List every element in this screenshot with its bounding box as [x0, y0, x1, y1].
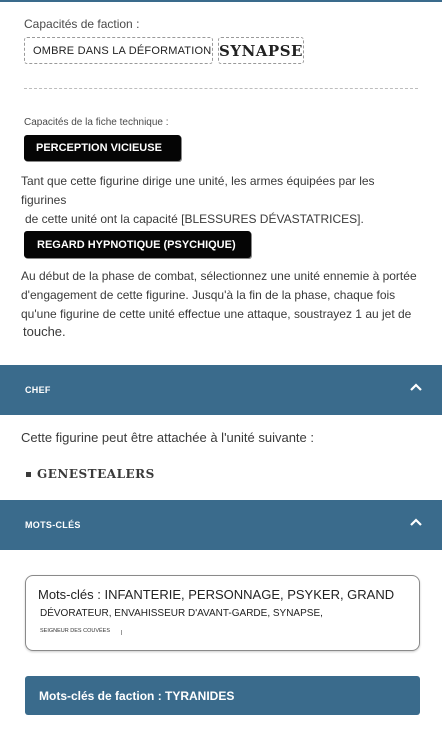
ability-perception-vicieuse[interactable]: PERCEPTION VICIEUSE [24, 135, 181, 161]
separator [24, 88, 418, 89]
ability-regard-hypnotique-description: Au début de la phase de combat, sélectio… [21, 267, 421, 339]
keywords-line: SEIGNEUR DES COUVÉES [40, 628, 110, 634]
faction-abilities-label: Capacités de faction : [24, 17, 140, 31]
keywords-box: Mots-clés : INFANTERIE, PERSONNAGE, PSYK… [25, 575, 420, 651]
ability-regard-hypnotique[interactable]: REGARD HYPNOTIQUE (PSYCHIQUE) [24, 231, 251, 258]
chevron-up-icon[interactable] [410, 517, 422, 527]
keywords-section-header[interactable]: MOTS-CLÉS [0, 500, 442, 550]
chevron-up-icon[interactable] [410, 382, 422, 392]
leader-unit-name: GENESTEALERS [37, 467, 155, 481]
leader-section-header[interactable]: CHEF [0, 365, 442, 415]
top-accent-rule [0, 0, 442, 2]
square-bullet-icon [26, 471, 31, 477]
keywords-section-title: MOTS-CLÉS [25, 520, 81, 530]
leader-unit-item[interactable]: GENESTEALERS [26, 467, 155, 481]
datasheet-abilities-label: Capacités de la fiche technique : [24, 117, 169, 128]
description-line: d'engagement de cette figurine. Jusqu'à … [21, 288, 396, 302]
ability-ombre-dans-la-deformation[interactable]: OMBRE DANS LA DÉFORMATION [24, 37, 213, 64]
description-line: de cette unité ont la capacité [BLESSURE… [25, 212, 364, 226]
keywords-line: DÉVORATEUR, ENVAHISSEUR D'AVANT-GARDE, S… [40, 608, 323, 619]
description-line: Au début de la phase de combat, sélectio… [21, 269, 417, 283]
leader-section-title: CHEF [25, 385, 51, 395]
keywords-line: Mots-clés : INFANTERIE, PERSONNAGE, PSYK… [38, 587, 395, 602]
description-line: qu'une figurine de cette unité effectue … [21, 307, 412, 321]
ability-perception-vicieuse-description: Tant que cette figurine dirige une unité… [21, 172, 421, 229]
text-caret [121, 630, 122, 635]
ability-synapse[interactable]: SYNAPSE [218, 37, 304, 64]
description-line: Tant que cette figurine dirige une unité… [21, 174, 375, 207]
leader-section-text: Cette figurine peut être attachée à l'un… [21, 430, 315, 445]
faction-keywords-bar: Mots-clés de faction : TYRANIDES [25, 676, 420, 715]
description-line: touche. [23, 324, 66, 339]
